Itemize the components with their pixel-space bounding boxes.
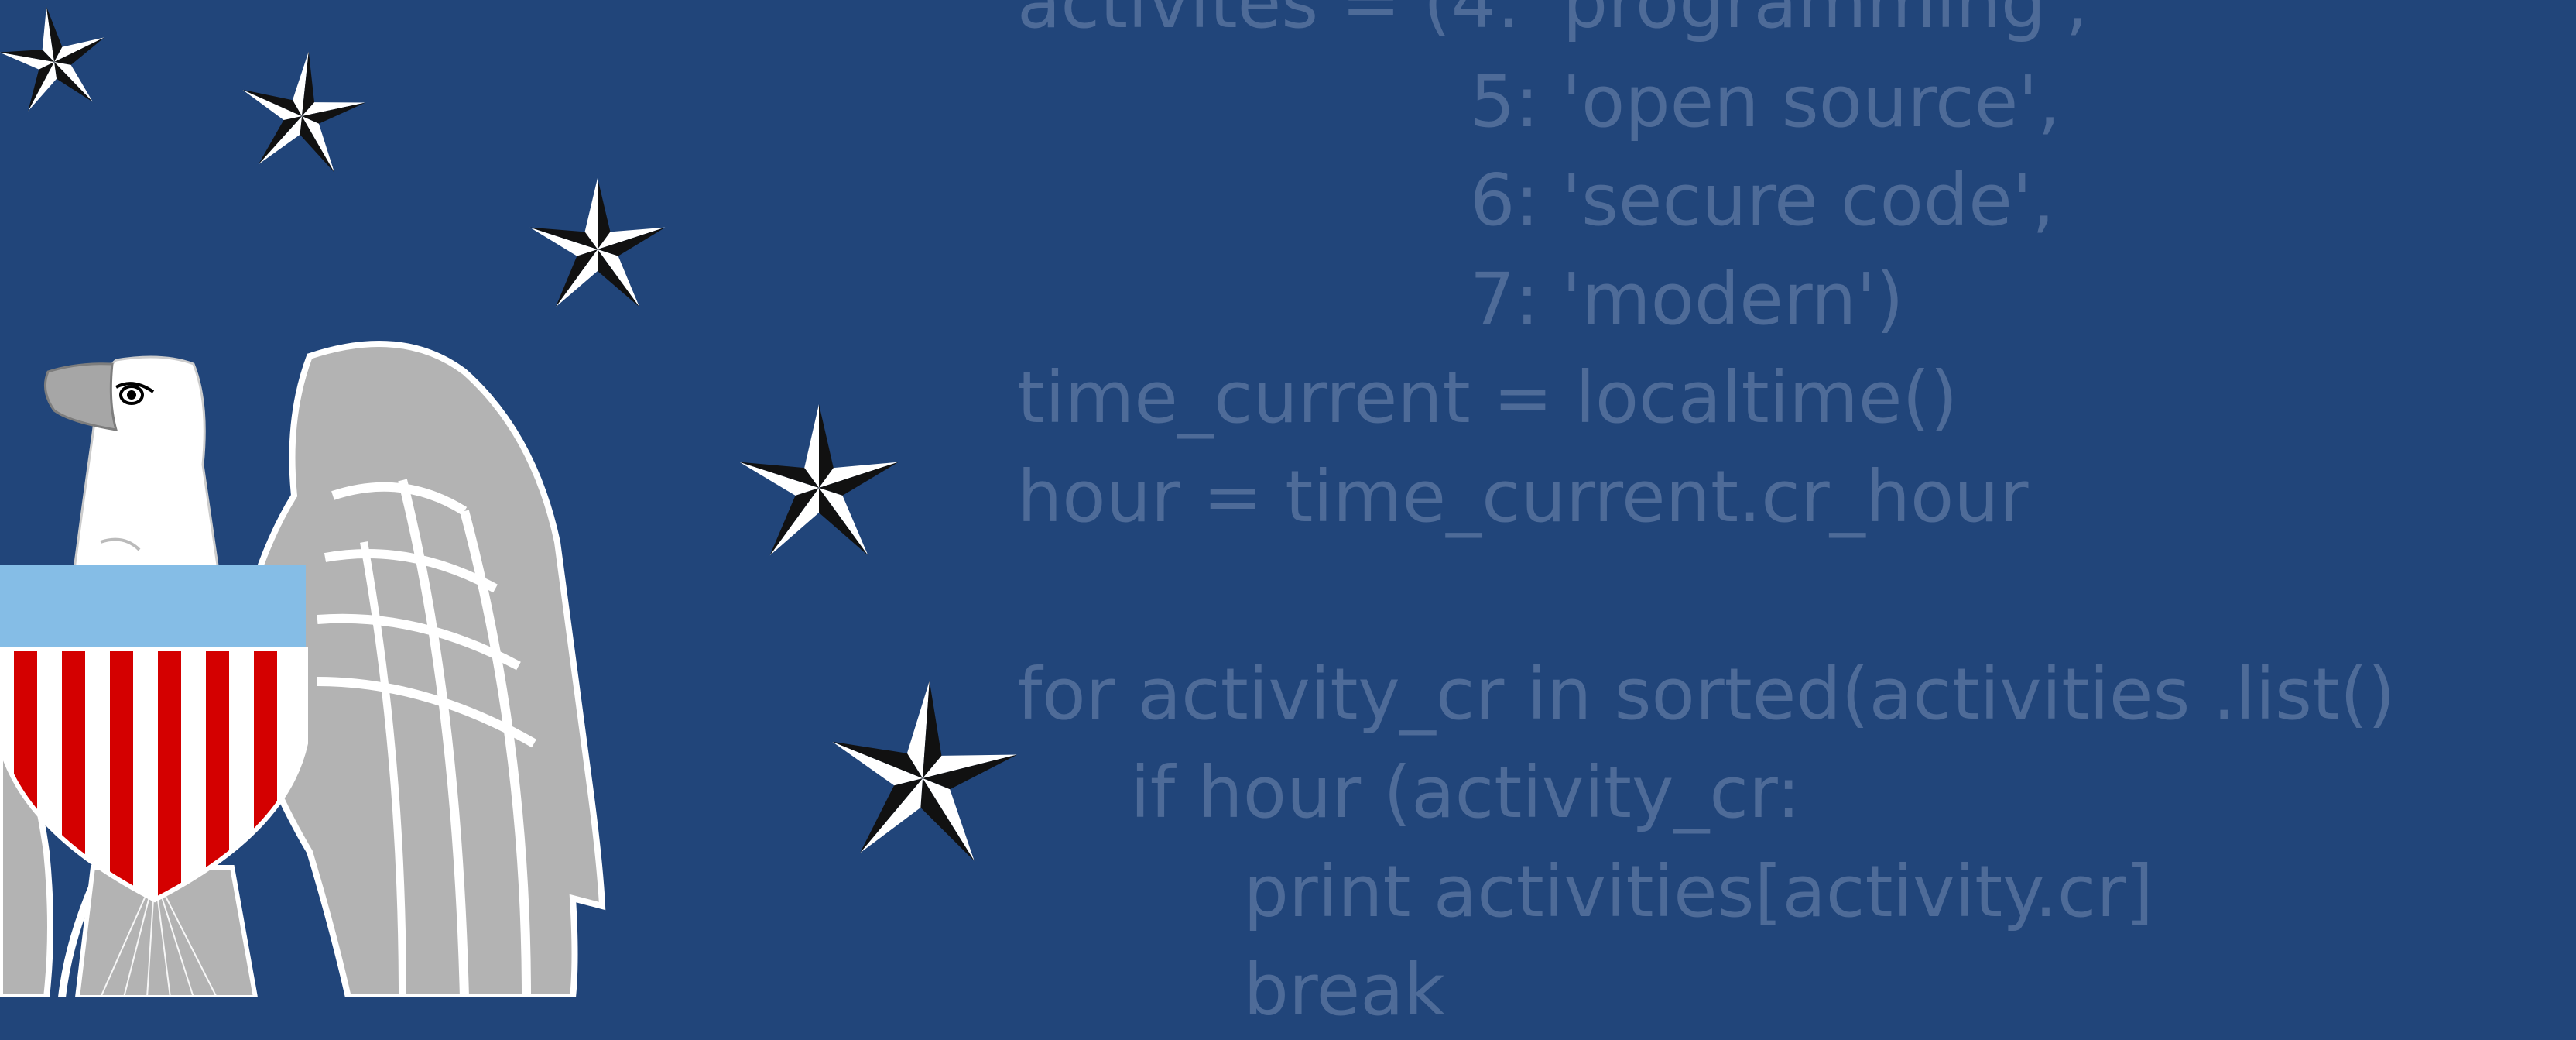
star-icon (739, 404, 899, 556)
code-line: hour = time_current.cr_hour (1017, 455, 2029, 538)
code-line: time_current = localtime() (1017, 356, 1958, 439)
star-icon (0, 6, 104, 112)
code-line: 5: 'open source', (1017, 60, 2060, 143)
star-icon (832, 681, 1018, 861)
eagle-emblem-icon (0, 341, 606, 997)
code-snippet: activites = (4: 'programming', 5: 'open … (1017, 0, 2396, 1040)
code-line: if hour (activity_cr: (1017, 751, 1801, 834)
code-line: for activity_cr in sorted(activities .li… (1017, 652, 2396, 736)
code-line: 6: 'secure code', (1017, 159, 2055, 242)
code-line: 7: 'modern') (1017, 257, 1904, 341)
code-line: break (1017, 949, 1445, 1031)
code-line: print activities[activity.cr] (1017, 850, 2154, 933)
star-icon (529, 178, 666, 307)
star-icon (242, 51, 366, 173)
code-line: activites = (4: 'programming', (1017, 0, 2088, 44)
